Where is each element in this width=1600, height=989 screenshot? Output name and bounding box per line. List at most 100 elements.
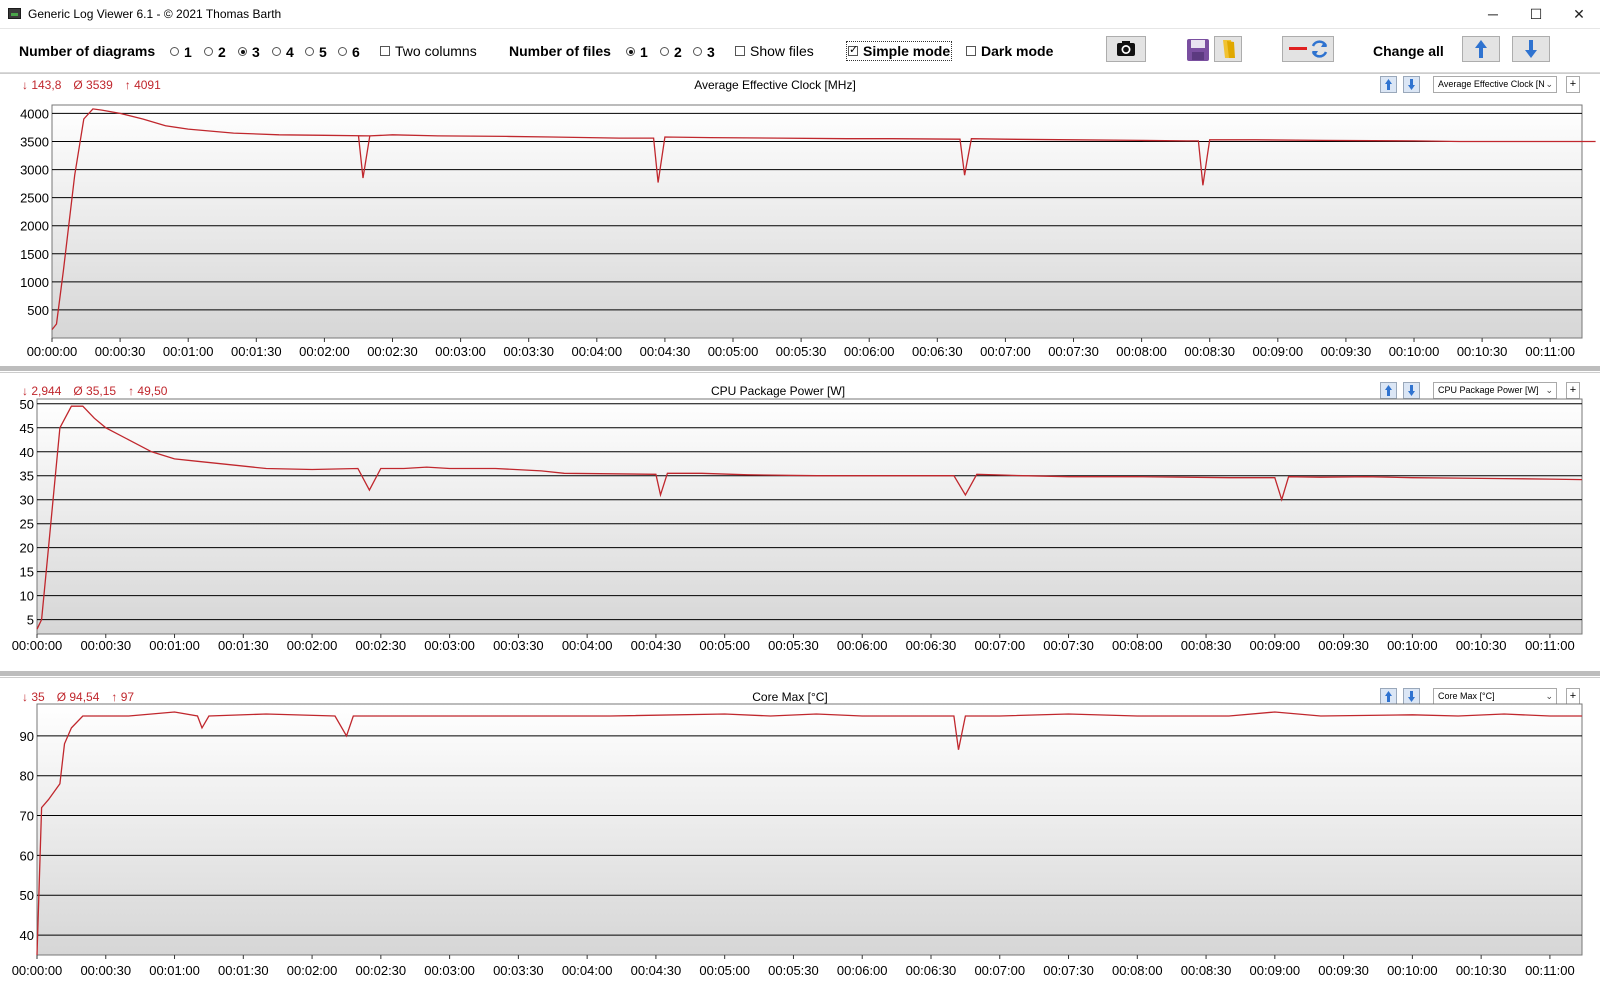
x-tick-label: 00:03:30 bbox=[493, 963, 544, 978]
files-radio-1[interactable]: 1 bbox=[626, 44, 648, 60]
radio-dot bbox=[660, 47, 669, 56]
x-tick-label: 00:04:30 bbox=[631, 963, 682, 978]
save-icon bbox=[1187, 39, 1209, 61]
x-tick-label: 00:08:00 bbox=[1112, 963, 1163, 978]
y-tick-label: 4000 bbox=[20, 106, 49, 121]
y-tick-label: 3000 bbox=[20, 163, 49, 178]
panel-separator[interactable] bbox=[0, 671, 1600, 676]
x-tick-label: 00:02:30 bbox=[367, 344, 418, 359]
y-tick-label: 5 bbox=[27, 613, 34, 628]
x-tick-label: 00:08:00 bbox=[1112, 638, 1163, 653]
x-tick-label: 00:10:30 bbox=[1457, 344, 1508, 359]
x-tick-label: 00:02:00 bbox=[299, 344, 350, 359]
x-tick-label: 00:03:30 bbox=[493, 638, 544, 653]
y-tick-label: 60 bbox=[20, 848, 34, 863]
diagrams-radio-3[interactable]: 3 bbox=[238, 44, 260, 60]
x-tick-label: 00:04:30 bbox=[631, 638, 682, 653]
toolbar: Number of diagrams 1 2 3 4 5 6 Two colum… bbox=[0, 29, 1600, 73]
camera-icon bbox=[1117, 41, 1135, 56]
x-tick-label: 00:09:00 bbox=[1250, 638, 1301, 653]
minimize-button[interactable]: ─ bbox=[1470, 0, 1516, 28]
panel-3-chart: 40 50 60 70 80 90 00:00:00 00:00:30 00:01:00 00:0… bbox=[12, 703, 1583, 978]
close-button[interactable]: ✕ bbox=[1556, 0, 1600, 28]
files-radio-2[interactable]: 2 bbox=[660, 44, 682, 60]
radio-dot-selected bbox=[626, 47, 635, 56]
y-tick-label: 15 bbox=[20, 565, 34, 580]
y-tick-label: 1500 bbox=[20, 247, 49, 262]
plot-area bbox=[36, 398, 1583, 635]
radio-dot-selected bbox=[238, 47, 247, 56]
panel-separator[interactable] bbox=[0, 366, 1600, 371]
number-of-diagrams-label: Number of diagrams bbox=[19, 43, 156, 59]
x-tick-label: 00:01:30 bbox=[231, 344, 282, 359]
x-tick-label: 00:07:00 bbox=[974, 638, 1025, 653]
x-tick-label: 00:10:00 bbox=[1387, 638, 1438, 653]
x-tick-label: 00:00:00 bbox=[27, 344, 78, 359]
y-tick-label: 80 bbox=[20, 769, 34, 784]
app-icon bbox=[8, 8, 21, 19]
dark-mode-checkbox[interactable]: Dark mode bbox=[966, 43, 1053, 59]
open-folder-button[interactable] bbox=[1214, 36, 1242, 62]
x-tick-label: 00:02:00 bbox=[287, 638, 338, 653]
x-tick-label: 00:11:00 bbox=[1525, 963, 1575, 978]
two-columns-checkbox[interactable]: Two columns bbox=[380, 43, 477, 59]
x-tick-label: 00:08:30 bbox=[1184, 344, 1235, 359]
diagrams-radio-5[interactable]: 5 bbox=[305, 44, 327, 60]
x-tick-label: 00:07:30 bbox=[1043, 963, 1094, 978]
x-tick-label: 00:06:00 bbox=[837, 963, 888, 978]
number-of-files-label: Number of files bbox=[509, 43, 611, 59]
change-all-up-button[interactable] bbox=[1462, 36, 1500, 62]
checkbox-box-checked bbox=[848, 43, 858, 56]
simple-mode-checkbox[interactable]: Simple mode bbox=[845, 41, 953, 61]
x-tick-label: 00:09:30 bbox=[1321, 344, 1372, 359]
x-tick-label: 00:04:00 bbox=[562, 963, 613, 978]
folder-icon bbox=[1223, 40, 1235, 58]
x-tick-label: 00:11:00 bbox=[1525, 638, 1575, 653]
x-tick-label: 00:08:30 bbox=[1181, 638, 1232, 653]
radio-dot bbox=[204, 47, 213, 56]
x-tick-label: 00:06:30 bbox=[912, 344, 963, 359]
x-tick-label: 00:06:30 bbox=[906, 638, 957, 653]
x-tick-label: 00:07:30 bbox=[1043, 638, 1094, 653]
show-files-checkbox[interactable]: Show files bbox=[735, 43, 814, 59]
x-tick-label: 00:03:00 bbox=[424, 638, 475, 653]
arrow-down-icon bbox=[1525, 40, 1537, 58]
x-tick-label: 00:07:00 bbox=[974, 963, 1025, 978]
change-all-down-button[interactable] bbox=[1512, 36, 1550, 62]
y-tick-label: 50 bbox=[20, 397, 34, 412]
radio-dot bbox=[170, 47, 179, 56]
y-tick-label: 2000 bbox=[20, 219, 49, 234]
x-tick-label: 00:05:00 bbox=[708, 344, 759, 359]
x-tick-label: 00:01:00 bbox=[149, 963, 200, 978]
y-tick-label: 40 bbox=[20, 928, 34, 943]
y-tick-label: 40 bbox=[20, 445, 34, 460]
x-tick-label: 00:05:00 bbox=[699, 963, 750, 978]
radio-dot bbox=[338, 47, 347, 56]
x-tick-label: 00:08:30 bbox=[1181, 963, 1232, 978]
remove-refresh-button[interactable] bbox=[1282, 36, 1334, 62]
x-tick-label: 00:11:00 bbox=[1525, 344, 1575, 359]
x-tick-label: 00:06:30 bbox=[906, 963, 957, 978]
x-tick-label: 00:10:00 bbox=[1387, 963, 1438, 978]
maximize-button[interactable]: ☐ bbox=[1513, 0, 1559, 28]
diagrams-radio-1[interactable]: 1 bbox=[170, 44, 192, 60]
radio-dot bbox=[693, 47, 702, 56]
panel-2-chart: 5 10 15 20 25 30 35 40 45 50 00:00:00 00:00:30 00:01… bbox=[12, 397, 1583, 653]
save-button[interactable] bbox=[1183, 36, 1211, 62]
x-tick-label: 00:00:30 bbox=[80, 638, 131, 653]
x-tick-label: 00:06:00 bbox=[837, 638, 888, 653]
y-tick-label: 70 bbox=[20, 809, 34, 824]
checkbox-box bbox=[735, 46, 745, 56]
x-tick-label: 00:04:00 bbox=[572, 344, 623, 359]
diagrams-radio-6[interactable]: 6 bbox=[338, 44, 360, 60]
x-tick-label: 00:00:00 bbox=[12, 963, 63, 978]
diagrams-radio-4[interactable]: 4 bbox=[272, 44, 294, 60]
y-tick-label: 45 bbox=[20, 421, 34, 436]
diagrams-radio-2[interactable]: 2 bbox=[204, 44, 226, 60]
files-radio-3[interactable]: 3 bbox=[693, 44, 715, 60]
x-tick-label: 00:03:30 bbox=[503, 344, 554, 359]
y-tick-label: 50 bbox=[20, 888, 34, 903]
x-tick-label: 00:07:00 bbox=[980, 344, 1031, 359]
x-tick-label: 00:01:30 bbox=[218, 963, 269, 978]
screenshot-button[interactable] bbox=[1106, 36, 1146, 62]
